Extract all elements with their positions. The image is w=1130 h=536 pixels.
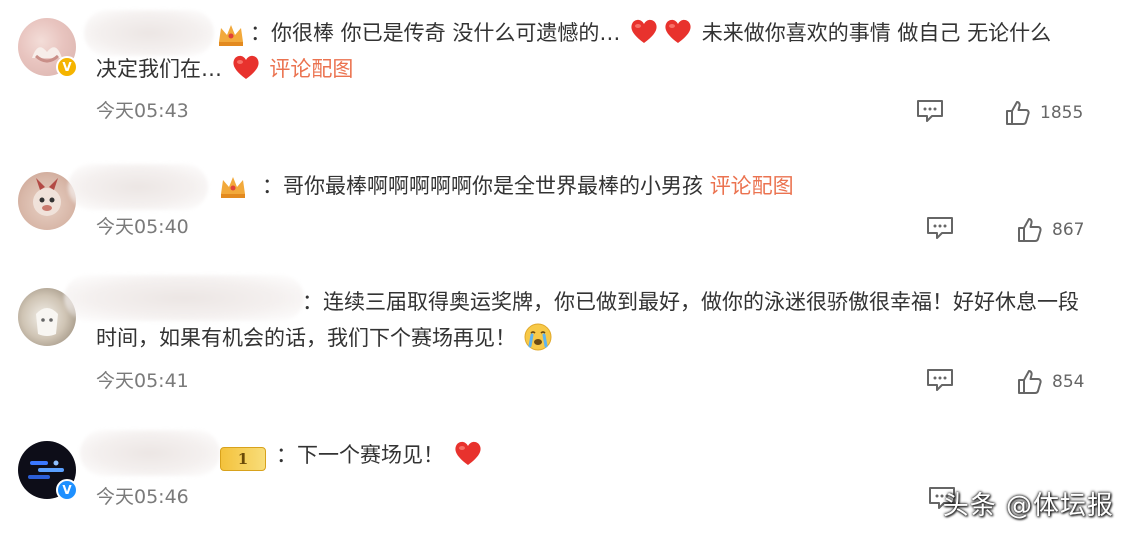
username-blurred[interactable] xyxy=(80,430,220,476)
verified-badge-icon: V xyxy=(56,479,78,501)
comment-text-line: ：哥你最棒啊啊啊啊啊你是全世界最棒的小男孩 评论配图 xyxy=(262,169,794,203)
fan-level-number: 1 xyxy=(237,450,249,468)
thumbs-up-icon xyxy=(1018,370,1042,394)
username-blurred[interactable] xyxy=(84,10,214,56)
comment-text-line: 时间，如果有机会的话，我们下个赛场再见！ xyxy=(96,321,553,355)
crying-emoji-icon xyxy=(524,323,552,351)
comment-text-line: ：连续三届取得奥运奖牌，你已做到最好，做你的泳迷很骄傲很幸福！好好休息一段 xyxy=(302,285,1079,319)
comment-text-line: 决定我们在… 评论配图 xyxy=(96,52,353,86)
crown-icon xyxy=(221,177,245,198)
comment-time: 今天05:41 xyxy=(96,370,189,392)
comment-text: 决定我们在… xyxy=(96,57,222,81)
avatar[interactable]: V xyxy=(18,441,78,501)
comment-text: ：下一个赛场见！ xyxy=(276,443,444,467)
comment-text: 时间，如果有机会的话，我们下个赛场再见！ xyxy=(96,326,516,350)
verified-badge-icon: V xyxy=(56,56,78,78)
comment-text: ：哥你最棒啊啊啊啊啊你是全世界最棒的小男孩 xyxy=(262,174,703,198)
comment-text-line: ：下一个赛场见！ xyxy=(276,438,485,472)
comment-icon[interactable] xyxy=(926,368,954,392)
comment-icon[interactable] xyxy=(926,216,954,240)
avatar[interactable]: V xyxy=(18,18,78,78)
comment-text-line: ：你很棒 你已是传奇 没什么可遗憾的… 未来做你喜欢的事情 做自己 无论什么 xyxy=(250,16,1051,50)
avatar-image xyxy=(33,178,61,216)
watermark: 头条 @体坛报 xyxy=(942,491,1114,521)
like-button[interactable]: 1855 xyxy=(1004,100,1083,126)
heart-emoji-icon xyxy=(665,19,691,43)
heart-emoji-icon xyxy=(455,441,481,465)
comment-image-link[interactable]: 评论配图 xyxy=(710,174,794,198)
comment-text: ：你很棒 你已是传奇 没什么可遗憾的… xyxy=(250,21,621,45)
crown-icon xyxy=(219,25,243,46)
comment-item: V 1 ：下一个赛场见！ 今天05:46 xyxy=(0,0,1130,509)
like-button[interactable]: 854 xyxy=(1016,369,1084,395)
like-count: 854 xyxy=(1052,372,1085,392)
thumbs-up-icon xyxy=(1006,101,1030,125)
comment-item: V ：你很棒 你已是传奇 没什么可遗憾的… 未来做你喜欢的事情 做自己 无论什么… xyxy=(0,0,1130,140)
username-blurred[interactable] xyxy=(64,275,304,321)
comment-time: 今天05:46 xyxy=(96,486,189,508)
like-count: 867 xyxy=(1052,220,1085,240)
comment-icon[interactable] xyxy=(916,99,944,123)
comment-text: ：连续三届取得奥运奖牌，你已做到最好，做你的泳迷很骄傲很幸福！好好休息一段 xyxy=(302,290,1079,314)
heart-emoji-icon xyxy=(631,19,657,43)
heart-emoji-icon xyxy=(233,55,259,79)
comment-image-link[interactable]: 评论配图 xyxy=(269,57,353,81)
comment-time: 今天05:40 xyxy=(96,216,189,238)
avatar[interactable] xyxy=(18,172,76,230)
like-count: 1855 xyxy=(1040,103,1084,123)
thumbs-up-icon xyxy=(1018,218,1042,242)
like-button[interactable]: 867 xyxy=(1016,217,1084,243)
comment-time: 今天05:43 xyxy=(96,100,189,122)
comment-text: 未来做你喜欢的事情 做自己 无论什么 xyxy=(701,21,1052,45)
fan-level-badge: 1 xyxy=(220,447,266,471)
username-blurred[interactable] xyxy=(68,164,208,210)
